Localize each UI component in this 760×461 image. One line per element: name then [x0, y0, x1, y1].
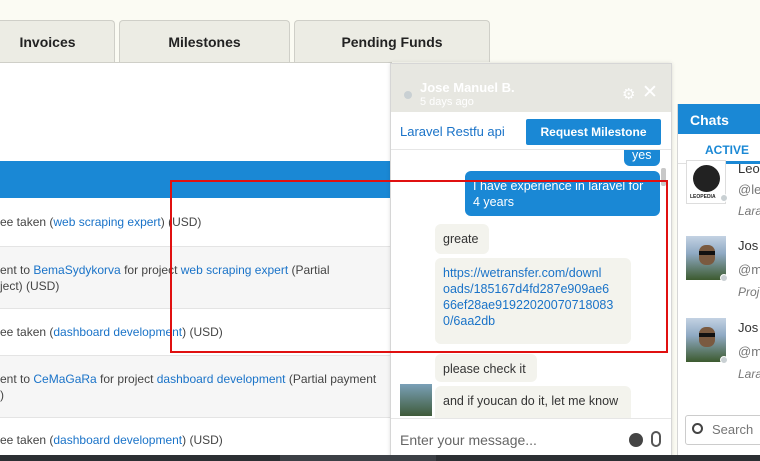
message-outgoing: I have experience in laravel for 4 years	[465, 171, 660, 216]
table-row: ent to BemaSydykorva for project web scr…	[0, 247, 392, 309]
chat-preview: Proj	[738, 285, 760, 299]
row-text: ee taken (	[0, 433, 54, 447]
avatar-sunglasses	[699, 333, 715, 337]
status-dot-icon	[720, 356, 728, 364]
chat-window: Jose Manuel B. 5 days ago ⚙ ✕ Laravel Re…	[390, 63, 672, 461]
row-text: ee taken (	[0, 215, 54, 229]
message-url[interactable]: https://wetransfer.com/downl	[443, 265, 623, 281]
chat-search-input[interactable]	[712, 422, 760, 437]
project-link[interactable]: web scraping expert	[181, 263, 288, 277]
row-text: ) (USD)	[182, 433, 223, 447]
user-link[interactable]: CeMaGaRa	[33, 372, 96, 386]
message-input[interactable]	[400, 430, 620, 450]
row-text: ) (USD)	[182, 325, 223, 339]
tab-milestones[interactable]: Milestones	[119, 20, 290, 62]
chat-contact-handle: @m	[738, 344, 760, 359]
chat-contact-handle: @m	[738, 262, 760, 277]
row-text: ent to	[0, 262, 34, 277]
chat-preview: Lara	[738, 204, 760, 218]
chats-title: Chats	[678, 104, 760, 134]
status-dot-icon	[404, 91, 412, 99]
chats-sidebar: Chats ACTIVE LEOPEDIA Leo @le Lara Jos @…	[677, 104, 760, 461]
chat-subheader: Laravel Restfu api Request Milestone	[391, 112, 671, 150]
message-url[interactable]: oads/185167d4fd287e909ae6	[443, 281, 623, 297]
project-link[interactable]: dashboard development	[157, 372, 286, 386]
chat-list-item[interactable]: Jos @m Lara	[678, 318, 760, 386]
bottom-bar-segment	[280, 455, 436, 461]
status-dot-icon	[720, 194, 728, 202]
tab-milestones-label: Milestones	[168, 33, 241, 50]
tab-active[interactable]: ACTIVE	[705, 143, 749, 157]
chat-header[interactable]: Jose Manuel B. 5 days ago ⚙ ✕	[391, 64, 671, 112]
avatar-face	[699, 327, 715, 347]
message-incoming: and if youcan do it, let me know	[435, 386, 631, 418]
row-text: ject) (USD)	[0, 278, 60, 293]
status-dot-icon	[720, 274, 728, 282]
logo-text: LEOPEDIA	[690, 194, 716, 200]
chat-preview: Lara	[738, 367, 760, 381]
close-icon[interactable]: ✕	[642, 83, 658, 102]
tab-invoices[interactable]: Invoices	[0, 20, 115, 62]
message-url[interactable]: 0/6aa2db	[443, 313, 623, 329]
message-url[interactable]: 66ef28ae91922020070718083	[443, 297, 623, 313]
chat-search[interactable]	[685, 415, 760, 445]
chat-contact-name: Leo	[738, 161, 760, 176]
tabs-divider	[0, 62, 392, 63]
user-link[interactable]: BemaSydykorva	[33, 263, 120, 277]
request-milestone-button[interactable]: Request Milestone	[526, 119, 661, 145]
contact-avatar	[686, 236, 726, 280]
tab-pending-funds[interactable]: Pending Funds	[294, 20, 490, 62]
message-list[interactable]: yes I have experience in laravel for 4 y…	[391, 150, 671, 418]
contact-avatar	[686, 318, 726, 362]
contact-avatar	[400, 384, 432, 416]
row-text: ent to	[0, 371, 34, 386]
avatar-sunglasses	[699, 251, 715, 255]
message-outgoing: yes	[624, 150, 660, 166]
message-text: greate	[443, 232, 479, 246]
chat-list-item[interactable]: Jos @m Proj	[678, 236, 760, 304]
project-link[interactable]: dashboard development	[53, 433, 182, 447]
emoji-icon[interactable]	[629, 433, 643, 447]
message-text: please check it	[443, 362, 526, 376]
message-text: I have experience in laravel for 4 years	[473, 179, 644, 209]
chat-scrollbar[interactable]	[661, 168, 666, 186]
table-row: ent to CeMaGaRa for project dashboard de…	[0, 356, 392, 418]
chat-list-item[interactable]: LEOPEDIA Leo @le Lara	[678, 160, 760, 228]
search-icon	[692, 423, 703, 434]
leopedia-logo-icon	[693, 165, 720, 192]
chat-contact-name: Jose Manuel B.	[420, 80, 515, 95]
paperclip-icon[interactable]	[651, 431, 661, 447]
gear-icon[interactable]: ⚙	[622, 87, 638, 103]
chat-contact-name: Jos	[738, 238, 759, 253]
message-incoming: greate	[435, 224, 489, 254]
message-text: and if youcan do it, let me know	[443, 394, 619, 408]
row-text: for project	[96, 371, 157, 386]
tab-pending-funds-label: Pending Funds	[341, 33, 443, 50]
chat-contact-handle: @le	[738, 182, 760, 197]
project-link[interactable]: dashboard development	[53, 325, 182, 339]
row-text: ee taken (	[0, 325, 54, 339]
message-incoming-link: https://wetransfer.com/downl oads/185167…	[435, 258, 631, 344]
message-text: yes	[632, 150, 652, 162]
message-incoming: please check it	[435, 354, 537, 382]
row-text: for project	[120, 262, 181, 277]
project-link[interactable]: web scraping expert	[53, 215, 160, 229]
tab-invoices-label: Invoices	[19, 33, 76, 50]
table-row: ee taken (web scraping expert) (USD)	[0, 198, 392, 247]
table-row: ee taken (dashboard development) (USD)	[0, 309, 392, 356]
avatar-face	[699, 245, 715, 265]
row-text: (Partial payment	[285, 371, 377, 386]
row-text: (Partial	[288, 262, 330, 277]
chat-last-seen: 5 days ago	[420, 96, 474, 108]
transactions-table-header	[0, 161, 392, 198]
row-text: ) (USD)	[160, 215, 202, 229]
chat-project-link[interactable]: Laravel Restfu api	[400, 124, 505, 139]
row-text: )	[0, 387, 4, 402]
chat-contact-name: Jos	[738, 320, 759, 335]
